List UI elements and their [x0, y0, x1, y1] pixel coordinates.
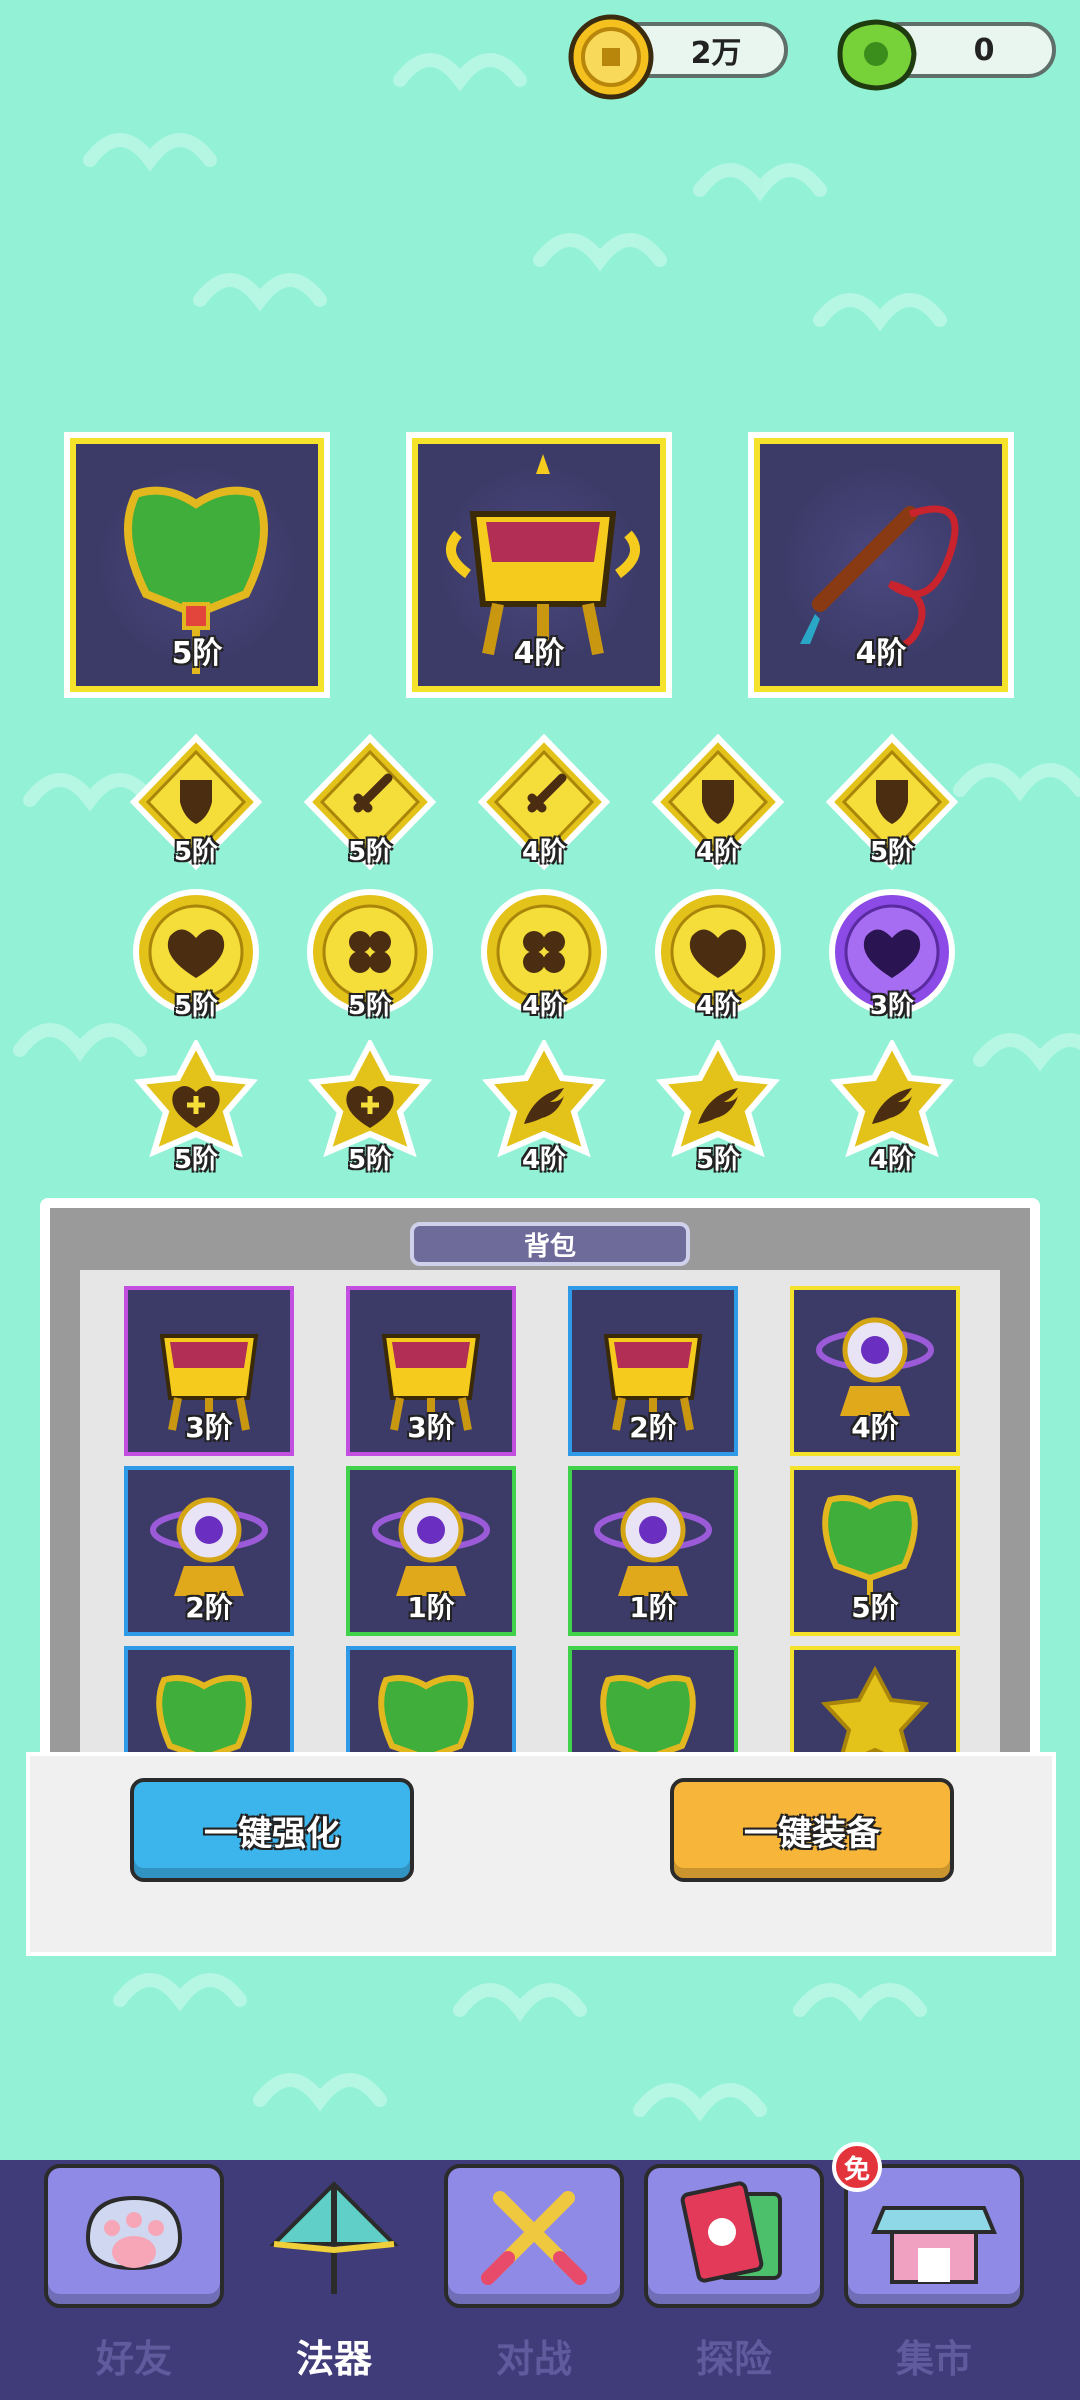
- nav-label: 法器: [295, 2337, 372, 2381]
- backpack-item[interactable]: [124, 1646, 294, 1758]
- gem-tier: 5阶: [695, 1145, 741, 1175]
- nav-item-explore[interactable]: 探险: [634, 2160, 834, 2400]
- gem-slot[interactable]: 5阶: [822, 732, 962, 872]
- gem-slot[interactable]: 5阶: [300, 1040, 440, 1180]
- item-tier: 4阶: [851, 1411, 899, 1444]
- gem-slot[interactable]: 5阶: [300, 886, 440, 1026]
- item-tier: 2阶: [185, 1591, 233, 1624]
- jade-fan-icon: [378, 1675, 474, 1758]
- main-slot-3[interactable]: 4阶: [748, 432, 1014, 698]
- jade-fan-icon: [600, 1675, 696, 1758]
- gem-tier: 5阶: [347, 837, 393, 867]
- nav-button[interactable]: [444, 2164, 624, 2308]
- gem-slot[interactable]: 5阶: [126, 1040, 266, 1180]
- gem-slot[interactable]: 4阶: [648, 732, 788, 872]
- paw-icon: [85, 2195, 183, 2271]
- one-click-equip-button[interactable]: 一键装备: [670, 1778, 954, 1882]
- backpack-item[interactable]: 2阶: [124, 1466, 294, 1636]
- main-slot-2[interactable]: 4阶: [406, 432, 672, 698]
- jade-fan-icon: [156, 1675, 252, 1758]
- one-click-enhance-button[interactable]: 一键强化: [130, 1778, 414, 1882]
- gem-slot[interactable]: 3阶: [822, 886, 962, 1026]
- backpack-title: 背包: [410, 1222, 690, 1266]
- gem-slot[interactable]: 5阶: [648, 1040, 788, 1180]
- item-tier: 5阶: [851, 1591, 899, 1624]
- item-tier: 2阶: [629, 1411, 677, 1444]
- free-badge: 免: [832, 2142, 882, 2192]
- crossed-swords-icon: [481, 2191, 587, 2285]
- item-tier: 1阶: [407, 1591, 455, 1624]
- backpack-item[interactable]: 4阶: [790, 1286, 960, 1456]
- nav-label: 好友: [95, 2337, 172, 2381]
- backpack-item[interactable]: 3阶: [346, 1286, 516, 1456]
- star-gem-icon: [820, 1665, 930, 1758]
- gem-tier: 4阶: [521, 1145, 567, 1175]
- main-slot-tier: 4阶: [855, 636, 907, 671]
- nav-label: 对战: [495, 2337, 572, 2381]
- market-stall-icon: [871, 2206, 997, 2284]
- backpack-item[interactable]: 1阶: [346, 1466, 516, 1636]
- gem-tier: 5阶: [869, 837, 915, 867]
- backpack-item[interactable]: 1阶: [568, 1466, 738, 1636]
- gem-tier: 4阶: [521, 991, 567, 1021]
- gem-tier: 5阶: [347, 1145, 393, 1175]
- cards-icon: [680, 2181, 782, 2283]
- item-tier: 3阶: [407, 1411, 455, 1444]
- backpack-item[interactable]: [790, 1646, 960, 1758]
- gem-amount: 0: [973, 32, 995, 68]
- backpack-item[interactable]: 2阶: [568, 1286, 738, 1456]
- gem-slot[interactable]: 5阶: [126, 886, 266, 1026]
- gem-tier: 4阶: [521, 837, 567, 867]
- bottom-nav: 好友 法器 对战 探险 免 集市: [0, 2142, 1080, 2400]
- gem-slot[interactable]: 4阶: [474, 886, 614, 1026]
- gem-tier: 4阶: [695, 991, 741, 1021]
- gem-slot[interactable]: 4阶: [474, 1040, 614, 1180]
- gem-slot[interactable]: 5阶: [126, 732, 266, 872]
- gem-slot[interactable]: 5阶: [300, 732, 440, 872]
- backpack-item[interactable]: 3阶: [124, 1286, 294, 1456]
- action-bar: 一键强化 一键装备: [26, 1752, 1056, 1956]
- main-slot-tier: 4阶: [513, 636, 565, 671]
- gem-tier: 5阶: [173, 837, 219, 867]
- gem-tier: 5阶: [173, 991, 219, 1021]
- item-tier: 1阶: [629, 1591, 677, 1624]
- nav-item-artifacts[interactable]: 法器: [234, 2160, 434, 2400]
- nav-item-friends[interactable]: 好友: [34, 2160, 234, 2400]
- nav-item-market[interactable]: 免 集市: [832, 2142, 1034, 2400]
- main-slot-tier: 5阶: [171, 636, 223, 671]
- gem-slot[interactable]: 4阶: [474, 732, 614, 872]
- item-tier: 3阶: [185, 1411, 233, 1444]
- gem-slot[interactable]: 4阶: [822, 1040, 962, 1180]
- gem-tier: 4阶: [869, 1145, 915, 1175]
- jade-token-icon: [837, 19, 917, 91]
- gem-tier: 5阶: [347, 991, 393, 1021]
- main-slot-1[interactable]: 5阶: [64, 432, 330, 698]
- coin-icon: [568, 14, 654, 100]
- nav-button[interactable]: [644, 2164, 824, 2308]
- backpack-item[interactable]: [346, 1646, 516, 1758]
- backpack-panel: 背包 3阶 3阶 2阶 4阶 2阶 1阶 1阶 5阶: [40, 1198, 1040, 1758]
- backpack-item[interactable]: [568, 1646, 738, 1758]
- gem-tier: 3阶: [869, 991, 915, 1021]
- backpack-grid[interactable]: 3阶 3阶 2阶 4阶 2阶 1阶 1阶 5阶: [80, 1270, 1000, 1758]
- nav-item-battle[interactable]: 对战: [434, 2160, 634, 2400]
- nav-label: 集市: [895, 2337, 972, 2381]
- gem-slot[interactable]: 4阶: [648, 886, 788, 1026]
- backpack-item[interactable]: 5阶: [790, 1466, 960, 1636]
- umbrella-icon: [269, 2181, 399, 2294]
- coin-amount: 2万: [690, 36, 742, 71]
- gem-tier: 4阶: [695, 837, 741, 867]
- nav-label: 探险: [695, 2337, 772, 2381]
- nav-button[interactable]: [44, 2164, 224, 2308]
- gem-tier: 5阶: [173, 1145, 219, 1175]
- backpack-frame: 背包 3阶 3阶 2阶 4阶 2阶 1阶 1阶 5阶: [50, 1208, 1030, 1758]
